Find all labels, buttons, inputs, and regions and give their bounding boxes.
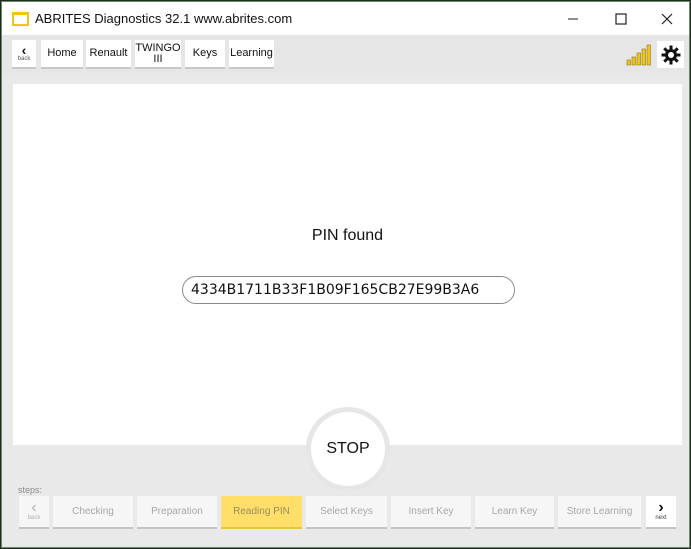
breadcrumb-home[interactable]: Home <box>41 40 83 69</box>
window-title: ABRITES Diagnostics 32.1 www.abrites.com <box>35 11 293 26</box>
breadcrumb-nav: ‹ back Home Renault TWINGO III Keys Lear… <box>2 35 689 77</box>
breadcrumb-twingo-line2: III <box>153 52 163 65</box>
step-store-learning[interactable]: Store Learning <box>558 496 641 529</box>
title-bar: ABRITES Diagnostics 32.1 www.abrites.com <box>2 2 689 35</box>
steps-back-label: back <box>27 515 41 521</box>
step-checking[interactable]: Checking <box>53 496 133 529</box>
nav-back-button[interactable]: ‹ back <box>12 40 36 69</box>
nav-back-label: back <box>17 56 31 62</box>
steps-next-label: next <box>655 515 667 521</box>
breadcrumb-twingo-iii[interactable]: TWINGO III <box>135 40 181 69</box>
steps-back-button[interactable]: ‹ back <box>19 496 49 529</box>
signal-strength-icon <box>626 44 651 66</box>
maximize-button[interactable] <box>598 2 644 35</box>
app-logo-icon <box>12 12 29 26</box>
app-window: ABRITES Diagnostics 32.1 www.abrites.com… <box>1 1 690 548</box>
chevron-left-icon: ‹ <box>21 42 27 58</box>
close-button[interactable] <box>644 2 690 35</box>
settings-button[interactable] <box>657 41 684 68</box>
step-select-keys[interactable]: Select Keys <box>306 496 387 529</box>
step-insert-key[interactable]: Insert Key <box>391 496 471 529</box>
minimize-button[interactable] <box>550 2 596 35</box>
pin-found-heading: PIN found <box>311 227 384 244</box>
steps-next-button[interactable]: › next <box>646 496 676 529</box>
breadcrumb-renault[interactable]: Renault <box>86 40 131 69</box>
maximize-icon <box>615 12 627 25</box>
main-panel: PIN found 4334B1711B33F1B09F165CB27E99B3… <box>13 84 682 445</box>
breadcrumb-twingo-line1: TWINGO <box>135 41 181 54</box>
steps-label: steps: <box>18 485 43 495</box>
breadcrumb-keys[interactable]: Keys <box>185 40 225 69</box>
step-reading-pin[interactable]: Reading PIN <box>221 496 302 529</box>
chevron-left-icon: ‹ <box>31 499 37 516</box>
minimize-icon <box>568 18 578 19</box>
close-icon <box>661 13 673 24</box>
stop-button[interactable]: STOP <box>311 412 385 486</box>
chevron-right-icon: › <box>658 499 664 516</box>
pin-value-field[interactable]: 4334B1711B33F1B09F165CB27E99B3A6 <box>182 276 515 304</box>
step-preparation[interactable]: Preparation <box>137 496 217 529</box>
step-learn-key[interactable]: Learn Key <box>475 496 554 529</box>
breadcrumb-learning[interactable]: Learning <box>229 40 274 69</box>
gear-icon <box>661 45 680 64</box>
